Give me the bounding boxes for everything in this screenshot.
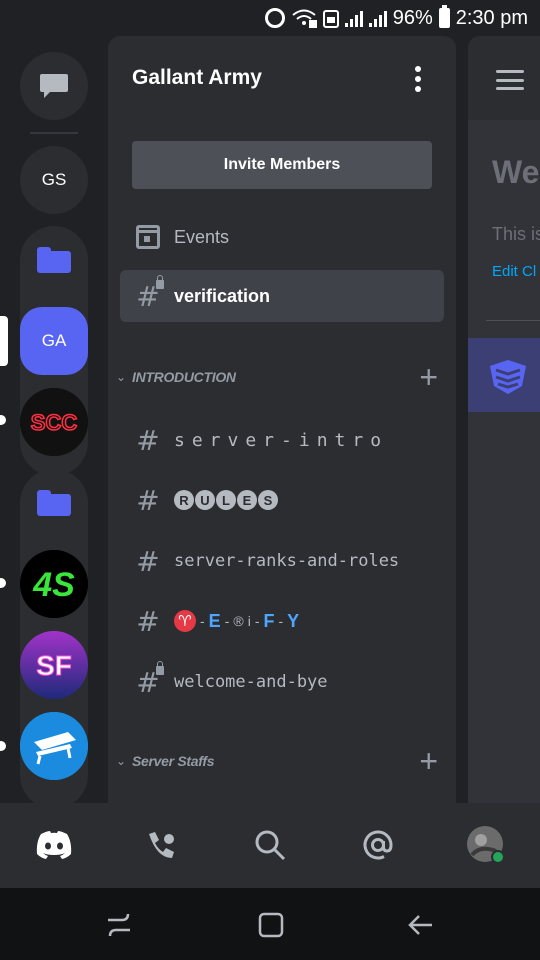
wifi-icon: [292, 9, 317, 28]
category-server-staffs[interactable]: ⌄ Server Staffs +: [116, 745, 446, 777]
search-icon: [255, 830, 286, 861]
server-4s[interactable]: 4S: [20, 550, 88, 618]
invite-members-button[interactable]: Invite Members: [132, 141, 432, 189]
svg-text:SCC: SCC: [31, 410, 78, 435]
shield-icon: [490, 360, 526, 394]
discord-logo-icon: [36, 831, 72, 859]
active-server-indicator: [0, 316, 8, 366]
scc-logo-icon: SCC: [20, 388, 88, 456]
channel-label: server-intro: [174, 429, 389, 451]
channel-label: server-ranks-and-roles: [174, 551, 400, 571]
category-introduction[interactable]: ⌄ INTRODUCTION +: [116, 361, 446, 393]
svg-text:SF: SF: [36, 650, 72, 681]
avatar: [467, 826, 505, 864]
channel-label: verification: [174, 285, 271, 306]
signal-1-icon: [344, 9, 363, 27]
direct-messages-icon: [40, 74, 68, 98]
friends-tab[interactable]: [140, 823, 184, 867]
folder-1-button[interactable]: [20, 226, 88, 294]
calendar-icon: [136, 225, 160, 249]
welcome-heading: We: [492, 154, 540, 190]
folder-icon: [37, 247, 71, 273]
bench-logo-icon: [20, 712, 88, 780]
locked-hash-icon: #: [136, 660, 164, 699]
server-rail: GS GA SCC 4S SF: [0, 36, 108, 809]
home-tab[interactable]: [32, 823, 76, 867]
channel-verification[interactable]: # verification: [120, 270, 444, 322]
home-icon[interactable]: [256, 910, 286, 940]
server-ga-label: GA: [41, 331, 67, 350]
server-ga[interactable]: GA: [20, 307, 88, 375]
bottom-navigation: [0, 803, 540, 888]
server-name[interactable]: Gallant Army: [132, 66, 262, 90]
clock: 2:30 pm: [455, 6, 528, 29]
battery-percent: 96%: [392, 6, 433, 29]
4s-logo-icon: 4S: [20, 550, 88, 618]
locked-hash-icon: #: [136, 274, 164, 313]
events-item[interactable]: Events: [120, 211, 444, 263]
channel-panel: Gallant Army Invite Members Events # ver…: [108, 36, 456, 803]
hash-icon: #: [136, 483, 160, 517]
friends-icon: [149, 832, 174, 858]
svg-text:4S: 4S: [32, 566, 75, 604]
server-sf[interactable]: SF: [20, 631, 88, 699]
hash-icon: #: [136, 423, 160, 457]
rail-divider: [30, 132, 78, 134]
data-saver-icon: [322, 10, 339, 28]
back-icon[interactable]: [406, 910, 436, 940]
chevron-down-icon: ⌄: [116, 754, 127, 768]
add-channel-icon[interactable]: +: [419, 361, 438, 393]
divider: [486, 320, 540, 321]
edit-channel-link[interactable]: Edit Cl: [492, 263, 536, 280]
discord-mobile-screen: 96% 2:30 pm GS GA SCC 4S SF Gallant Army…: [0, 0, 540, 960]
hamburger-menu-icon[interactable]: [496, 70, 524, 90]
channel-label: welcome-and-bye: [174, 672, 328, 692]
mentions-tab[interactable]: [356, 823, 400, 867]
unread-dot: [0, 415, 6, 425]
category-label: INTRODUCTION: [132, 369, 236, 385]
at-sign-icon: [363, 830, 393, 860]
category-label: Server Staffs: [132, 753, 215, 769]
channel-rules[interactable]: # R U L E S: [120, 474, 444, 526]
server-bench[interactable]: [20, 712, 88, 780]
server-gs-label: GS: [41, 170, 67, 189]
folder-2-button[interactable]: [20, 469, 88, 537]
server-options-icon[interactable]: [414, 66, 422, 92]
status-bar: 96% 2:30 pm: [0, 0, 540, 36]
events-label: Events: [174, 226, 230, 247]
channel-efy[interactable]: # ♈ - E - ® i - F - Y: [120, 595, 444, 647]
main-content-peek: We This is Edit Cl: [468, 36, 540, 803]
add-channel-icon[interactable]: +: [419, 745, 438, 777]
server-scc[interactable]: SCC: [20, 388, 88, 456]
alarm-icon: [264, 8, 285, 28]
signal-2-icon: [368, 9, 387, 27]
channel-label: R U L E S: [174, 490, 278, 510]
channel-welcome-and-bye[interactable]: # welcome-and-bye: [120, 656, 444, 708]
system-navigation-bar: [0, 888, 540, 960]
channel-header: [468, 36, 540, 120]
profile-tab[interactable]: [464, 823, 508, 867]
welcome-description: This is: [492, 224, 540, 244]
recent-apps-icon[interactable]: [104, 910, 134, 940]
unread-dot: [0, 578, 6, 588]
channel-server-ranks-and-roles[interactable]: # server-ranks-and-roles: [120, 535, 444, 587]
search-tab[interactable]: [248, 823, 292, 867]
battery-icon: [438, 5, 450, 28]
channel-server-intro[interactable]: # server-intro: [120, 414, 444, 466]
sf-logo-icon: SF: [20, 631, 88, 699]
hash-icon: #: [136, 544, 160, 578]
system-message-banner: [468, 338, 540, 412]
direct-messages-button[interactable]: [20, 52, 88, 120]
hash-icon: #: [136, 604, 160, 638]
channel-label: ♈ - E - ® i - F - Y: [174, 610, 299, 632]
folder-icon: [37, 490, 71, 516]
unread-dot: [0, 741, 6, 751]
chevron-down-icon: ⌄: [116, 370, 127, 384]
server-gs[interactable]: GS: [20, 146, 88, 214]
